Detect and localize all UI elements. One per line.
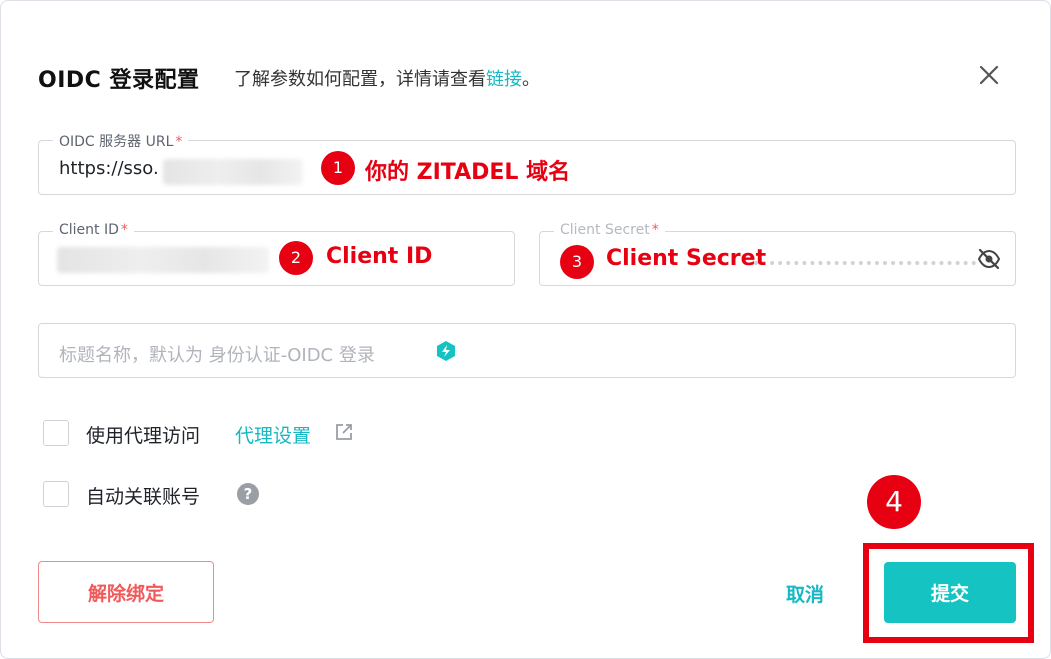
annotation-text-1: 你的 ZITADEL 域名 <box>365 160 571 185</box>
server-url-label: OIDC 服务器 URL * <box>53 131 189 151</box>
subtitle-text: 了解参数如何配置，详情请查看 <box>234 69 486 90</box>
proxy-settings-link[interactable]: 代理设置 <box>235 421 311 448</box>
required-mark: * <box>175 134 183 150</box>
client-id-label: Client ID * <box>53 222 134 238</box>
brand-icon <box>435 340 457 362</box>
submit-button[interactable]: 提交 <box>884 562 1016 623</box>
annotation-badge-1: 1 <box>321 151 355 185</box>
title-field[interactable]: 标题名称，默认为 身份认证-OIDC 登录 <box>38 323 1016 378</box>
client-id-field[interactable]: Client ID * 2 Client ID <box>38 222 515 286</box>
use-proxy-label: 使用代理访问 <box>86 425 201 447</box>
dialog-subtitle: 了解参数如何配置，详情请查看链接。 <box>234 65 540 91</box>
redacted-client-id <box>57 247 269 273</box>
annotation-badge-3: 3 <box>560 245 594 279</box>
server-url-value: https://sso. <box>59 158 159 179</box>
unbind-button[interactable]: 解除绑定 <box>38 561 214 623</box>
masked-secret <box>754 261 976 265</box>
cancel-button[interactable]: 取消 <box>771 576 839 610</box>
auto-link-checkbox[interactable] <box>43 481 69 507</box>
server-url-label-text: OIDC 服务器 URL <box>59 134 174 150</box>
required-mark: * <box>651 222 659 238</box>
annotation-badge-2: 2 <box>279 241 313 275</box>
required-mark: * <box>120 222 128 238</box>
dialog-title: OIDC 登录配置 <box>38 68 200 93</box>
client-id-label-text: Client ID <box>59 222 119 238</box>
close-icon[interactable] <box>975 61 1003 89</box>
client-secret-label-text: Client Secret <box>560 222 650 238</box>
title-placeholder: 标题名称，默认为 身份认证-OIDC 登录 <box>59 345 375 366</box>
use-proxy-checkbox[interactable] <box>43 420 69 446</box>
client-secret-label: Client Secret * <box>554 222 665 238</box>
redacted-domain <box>163 159 303 185</box>
external-link-icon[interactable] <box>334 422 354 442</box>
client-secret-field[interactable]: Client Secret * 3 Client Secret <box>539 222 1016 286</box>
oidc-config-dialog: OIDC 登录配置 了解参数如何配置，详情请查看链接。 OIDC 服务器 URL… <box>0 0 1051 659</box>
eye-off-icon[interactable] <box>977 248 1001 270</box>
server-url-field[interactable]: OIDC 服务器 URL * https://sso. 1 你的 ZITADEL … <box>38 131 1016 195</box>
subtitle-suffix: 。 <box>522 69 540 90</box>
annotation-badge-4: 4 <box>867 475 921 529</box>
annotation-text-3: Client Secret <box>606 246 767 271</box>
auto-link-label: 自动关联账号 <box>86 486 201 508</box>
docs-link[interactable]: 链接 <box>486 69 522 90</box>
annotation-text-2: Client ID <box>326 244 433 269</box>
help-icon[interactable]: ? <box>237 483 259 505</box>
